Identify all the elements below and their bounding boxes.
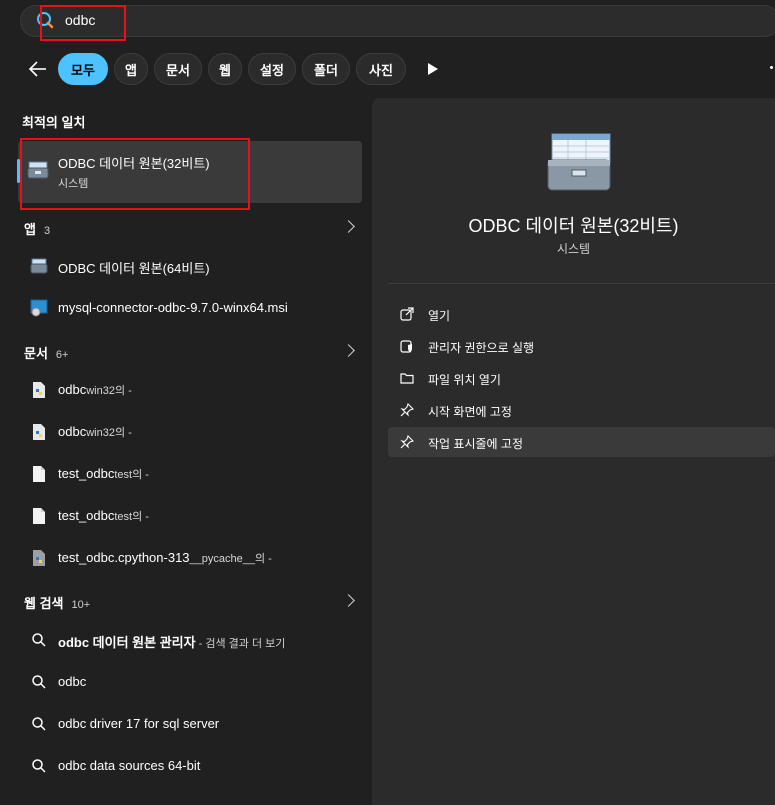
odbc-large-icon bbox=[547, 133, 611, 191]
web-search-heading: 웹 검색 10+ bbox=[24, 596, 91, 611]
list-item[interactable]: ODBC 데이터 원본(64비트) bbox=[18, 246, 362, 286]
odbc-app-icon bbox=[27, 161, 49, 179]
play-icon[interactable] bbox=[428, 63, 438, 75]
search-bar[interactable] bbox=[20, 5, 775, 37]
detail-divider bbox=[388, 283, 775, 284]
documents-count: 6+ bbox=[55, 349, 69, 361]
python-file-icon bbox=[33, 424, 45, 440]
best-match-title: ODBC 데이터 원본(32비트) bbox=[58, 156, 210, 171]
run-as-admin-action[interactable]: 관리자 권한으로 실행 bbox=[388, 331, 775, 361]
web-result-item[interactable]: odbc driver 17 for sql server bbox=[18, 704, 362, 744]
open-label: 열기 bbox=[428, 309, 451, 323]
web-result-item[interactable]: odbc bbox=[18, 662, 362, 702]
open-file-location-label: 파일 위치 열기 bbox=[428, 373, 501, 387]
pin-icon bbox=[400, 403, 414, 417]
folder-icon bbox=[400, 373, 414, 384]
run-as-admin-label: 관리자 권한으로 실행 bbox=[428, 341, 535, 355]
pin-to-start-label: 시작 화면에 고정 bbox=[428, 405, 512, 419]
web-result-item[interactable]: odbc data sources 64-bit bbox=[18, 746, 362, 786]
search-icon bbox=[32, 633, 46, 647]
detail-title: ODBC 데이터 원본(32비트) bbox=[468, 216, 679, 236]
python-file-icon bbox=[33, 382, 45, 398]
web-result-text: odbc bbox=[58, 674, 87, 689]
apps-count: 3 bbox=[43, 225, 51, 237]
app-name: mysql-connector-odbc-9.7.0-winx64.msi bbox=[58, 300, 288, 315]
shield-icon bbox=[400, 340, 412, 353]
apps-heading: 앱3 bbox=[24, 222, 51, 237]
filter-folders[interactable]: 폴더 bbox=[302, 53, 350, 85]
file-icon bbox=[33, 508, 45, 524]
web-search-expand-icon[interactable] bbox=[342, 594, 355, 607]
file-icon bbox=[33, 466, 45, 482]
search-icon bbox=[37, 12, 54, 29]
pin-to-start-action[interactable]: 시작 화면에 고정 bbox=[388, 395, 775, 425]
documents-heading: 문서 6+ bbox=[24, 346, 69, 361]
best-match-heading: 최적의 일치 bbox=[22, 115, 86, 130]
search-icon bbox=[32, 759, 46, 773]
filter-apps[interactable]: 앱 bbox=[114, 53, 148, 85]
filter-documents[interactable]: 문서 bbox=[154, 53, 202, 85]
pin-to-taskbar-action[interactable]: 작업 표시줄에 고정 bbox=[388, 427, 775, 457]
open-external-icon bbox=[400, 307, 414, 321]
app-name: ODBC 데이터 원본(64비트) bbox=[58, 261, 210, 276]
web-result-item[interactable]: odbc 데이터 원본 관리자 - 검색 결과 더 보기 bbox=[18, 620, 362, 660]
search-icon bbox=[32, 675, 46, 689]
document-name: test_odbctest의 - bbox=[58, 466, 149, 481]
document-name: odbcwin32의 - bbox=[58, 382, 132, 397]
odbc-app-icon bbox=[30, 258, 48, 274]
list-item[interactable]: odbcwin32의 - bbox=[18, 370, 362, 410]
document-name: odbcwin32의 - bbox=[58, 424, 132, 439]
best-match-subtitle: 시스템 bbox=[58, 178, 89, 190]
python-compiled-file-icon bbox=[33, 550, 45, 566]
detail-subtitle: 시스템 bbox=[556, 242, 591, 256]
apps-expand-icon[interactable] bbox=[342, 220, 355, 233]
filter-all[interactable]: 모두 bbox=[58, 53, 108, 85]
documents-expand-icon[interactable] bbox=[342, 344, 355, 357]
document-name: test_odbctest의 - bbox=[58, 508, 149, 523]
web-result-text: odbc data sources 64-bit bbox=[58, 758, 201, 773]
list-item[interactable]: test_odbctest의 - bbox=[18, 496, 362, 536]
list-item[interactable]: test_odbc.cpython-313__pycache__의 - bbox=[18, 538, 362, 578]
document-name: test_odbc.cpython-313__pycache__의 - bbox=[58, 550, 272, 565]
pin-icon bbox=[400, 435, 414, 449]
selection-indicator bbox=[17, 159, 20, 183]
pin-to-taskbar-label: 작업 표시줄에 고정 bbox=[428, 437, 523, 451]
back-arrow-icon[interactable] bbox=[26, 58, 50, 80]
filter-web[interactable]: 웹 bbox=[208, 53, 242, 85]
best-match-item[interactable] bbox=[18, 141, 362, 203]
search-icon bbox=[32, 717, 46, 731]
web-result-text: odbc 데이터 원본 관리자 - 검색 결과 더 보기 bbox=[58, 635, 286, 650]
filter-photos[interactable]: 사진 bbox=[356, 53, 406, 85]
web-result-text: odbc driver 17 for sql server bbox=[58, 716, 220, 731]
list-item[interactable]: mysql-connector-odbc-9.7.0-winx64.msi bbox=[18, 288, 362, 328]
filter-settings[interactable]: 설정 bbox=[248, 53, 296, 85]
list-item[interactable]: odbcwin32의 - bbox=[18, 412, 362, 452]
more-icon[interactable] bbox=[770, 66, 773, 69]
web-search-count: 10+ bbox=[71, 599, 91, 611]
msi-installer-icon bbox=[30, 299, 48, 317]
list-item[interactable]: test_odbctest의 - bbox=[18, 454, 362, 494]
search-input[interactable]: odbc bbox=[65, 12, 95, 28]
open-action[interactable]: 열기 bbox=[388, 299, 775, 329]
open-file-location-action[interactable]: 파일 위치 열기 bbox=[388, 363, 775, 393]
